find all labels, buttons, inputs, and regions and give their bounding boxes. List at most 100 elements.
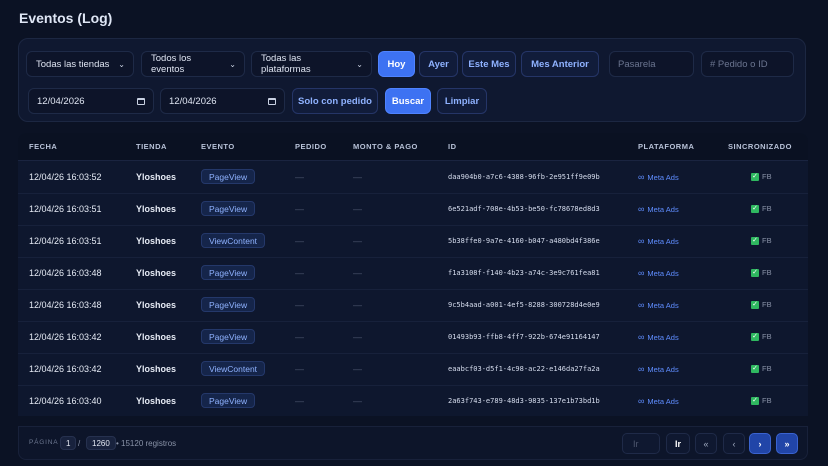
cell-amount: — bbox=[353, 332, 362, 342]
check-icon: ✓ bbox=[751, 300, 759, 309]
event-badge: PageView bbox=[201, 201, 256, 216]
cell-amount: — bbox=[353, 396, 362, 406]
platform-label: Meta Ads bbox=[647, 236, 679, 246]
store-select[interactable]: Todas las tiendas ⌄ bbox=[26, 51, 134, 77]
meta-infinity-icon: ∞ bbox=[638, 396, 645, 406]
cell-date: 12/04/26 16:03:52 bbox=[29, 172, 102, 182]
platform-label: Meta Ads bbox=[647, 204, 679, 214]
cell-date: 12/04/26 16:03:48 bbox=[29, 268, 102, 278]
table-row[interactable]: 12/04/26 16:03:48 Yloshoes PageView — — f1a31… bbox=[18, 257, 808, 290]
meta-infinity-icon: ∞ bbox=[638, 300, 645, 310]
platform-label: Meta Ads bbox=[647, 396, 679, 406]
cell-date: 12/04/26 16:03:51 bbox=[29, 236, 102, 246]
gateway-input[interactable]: Pasarela bbox=[609, 51, 694, 77]
sync-label: FB bbox=[762, 396, 772, 405]
store-select-value: Todas las tiendas bbox=[36, 58, 110, 70]
date-to-input[interactable]: 12/04/2026 bbox=[160, 88, 285, 114]
cell-date: 12/04/26 16:03:40 bbox=[29, 396, 102, 406]
check-icon: ✓ bbox=[751, 332, 759, 341]
range-yesterday-button[interactable]: Ayer bbox=[419, 51, 458, 77]
cell-store: Yloshoes bbox=[136, 300, 177, 310]
platform-label: Meta Ads bbox=[647, 172, 679, 182]
sync-status: ✓ FB bbox=[751, 204, 772, 213]
meta-infinity-icon: ∞ bbox=[638, 364, 645, 374]
cell-order: — bbox=[295, 300, 304, 310]
cell-store: Yloshoes bbox=[136, 396, 177, 406]
pagination-bar: PÁGINA 1 / 1260 • 15120 registros Ir Ir … bbox=[18, 426, 808, 460]
column-header-platform: PLATAFORMA bbox=[638, 142, 695, 151]
column-header-amount: MONTO & PAGO bbox=[353, 142, 418, 151]
meta-infinity-icon: ∞ bbox=[638, 236, 645, 246]
cell-amount: — bbox=[353, 172, 362, 182]
platform-badge: ∞ Meta Ads bbox=[638, 172, 679, 182]
chevron-down-icon: ⌄ bbox=[229, 59, 236, 69]
cell-date: 12/04/26 16:03:42 bbox=[29, 332, 102, 342]
order-search-input[interactable]: # Pedido o ID bbox=[701, 51, 794, 77]
check-icon: ✓ bbox=[751, 172, 759, 181]
goto-page-input[interactable]: Ir bbox=[622, 433, 660, 454]
calendar-icon[interactable] bbox=[268, 97, 276, 105]
range-this-month-button[interactable]: Este Mes bbox=[462, 51, 516, 77]
sync-label: FB bbox=[762, 268, 772, 277]
cell-date: 12/04/26 16:03:42 bbox=[29, 364, 102, 374]
table-row[interactable]: 12/04/26 16:03:48 Yloshoes PageView — — 9c5b4… bbox=[18, 289, 808, 322]
table-row[interactable]: 12/04/26 16:03:42 Yloshoes PageView — — 01493… bbox=[18, 321, 808, 354]
range-last-month-button[interactable]: Mes Anterior bbox=[521, 51, 599, 77]
cell-amount: — bbox=[353, 364, 362, 374]
sync-status: ✓ FB bbox=[751, 172, 772, 181]
goto-page-button[interactable]: Ir bbox=[666, 433, 690, 454]
table-row[interactable]: 12/04/26 16:03:40 Yloshoes PageView — — 2a63f… bbox=[18, 385, 808, 416]
date-from-input[interactable]: 12/04/2026 bbox=[28, 88, 154, 114]
records-count: • 15120 registros bbox=[116, 439, 177, 448]
event-badge: PageView bbox=[201, 265, 256, 280]
cell-order: — bbox=[295, 364, 304, 374]
search-button[interactable]: Buscar bbox=[385, 88, 431, 114]
platform-label: Meta Ads bbox=[647, 268, 679, 278]
chevron-down-icon: ⌄ bbox=[118, 59, 125, 69]
sync-status: ✓ FB bbox=[751, 236, 772, 245]
platform-badge: ∞ Meta Ads bbox=[638, 300, 679, 310]
column-header-id: ID bbox=[448, 142, 457, 151]
cell-event-id: 9c5b4aad-a001-4ef5-8288-300728d4e0e9 bbox=[448, 301, 600, 309]
only-with-order-button[interactable]: Solo con pedido bbox=[292, 88, 378, 114]
cell-store: Yloshoes bbox=[136, 204, 177, 214]
sync-status: ✓ FB bbox=[751, 396, 772, 405]
sync-status: ✓ FB bbox=[751, 268, 772, 277]
event-badge: PageView bbox=[201, 329, 256, 344]
cell-order: — bbox=[295, 204, 304, 214]
next-page-button[interactable]: › bbox=[749, 433, 771, 454]
cell-order: — bbox=[295, 396, 304, 406]
cell-order: — bbox=[295, 172, 304, 182]
cell-amount: — bbox=[353, 300, 362, 310]
calendar-icon[interactable] bbox=[137, 97, 145, 105]
cell-event-id: 5b38ffe0-9a7e-4160-b047-a480bd4f386e bbox=[448, 237, 600, 245]
cell-order: — bbox=[295, 332, 304, 342]
platform-label: Meta Ads bbox=[647, 300, 679, 310]
table-row[interactable]: 12/04/26 16:03:42 Yloshoes ViewContent — — ea… bbox=[18, 353, 808, 386]
column-header-store: TIENDA bbox=[136, 142, 167, 151]
first-page-button[interactable]: « bbox=[695, 433, 717, 454]
range-today-button[interactable]: Hoy bbox=[378, 51, 415, 77]
event-select[interactable]: Todos los eventos ⌄ bbox=[141, 51, 245, 77]
column-header-synced: SINCRONIZADO bbox=[728, 142, 792, 151]
cell-date: 12/04/26 16:03:48 bbox=[29, 300, 102, 310]
platform-label: Meta Ads bbox=[647, 364, 679, 374]
meta-infinity-icon: ∞ bbox=[638, 332, 645, 342]
cell-event-id: daa904b0-a7c6-4388-96fb-2e951ff9e09b bbox=[448, 173, 600, 181]
cell-amount: — bbox=[353, 236, 362, 246]
table-row[interactable]: 12/04/26 16:03:51 Yloshoes ViewContent — — 5b… bbox=[18, 225, 808, 258]
platform-badge: ∞ Meta Ads bbox=[638, 332, 679, 342]
events-table: FECHA TIENDA EVENTO PEDIDO MONTO & PAGO … bbox=[18, 133, 808, 416]
check-icon: ✓ bbox=[751, 204, 759, 213]
meta-infinity-icon: ∞ bbox=[638, 172, 645, 182]
table-row[interactable]: 12/04/26 16:03:51 Yloshoes PageView — — 6e521… bbox=[18, 193, 808, 226]
last-page-button[interactable]: » bbox=[776, 433, 798, 454]
cell-store: Yloshoes bbox=[136, 172, 177, 182]
current-page: 1 bbox=[60, 436, 77, 450]
clear-button[interactable]: Limpiar bbox=[437, 88, 487, 114]
table-row[interactable]: 12/04/26 16:03:52 Yloshoes PageView — — daa90… bbox=[18, 161, 808, 194]
event-select-value: Todos los eventos bbox=[151, 53, 192, 75]
platform-select[interactable]: Todas las plataformas ⌄ bbox=[251, 51, 372, 77]
prev-page-button[interactable]: ‹ bbox=[723, 433, 745, 454]
cell-event-id: 2a63f743-e789-48d3-9835-137e1b73bd1b bbox=[448, 397, 600, 405]
